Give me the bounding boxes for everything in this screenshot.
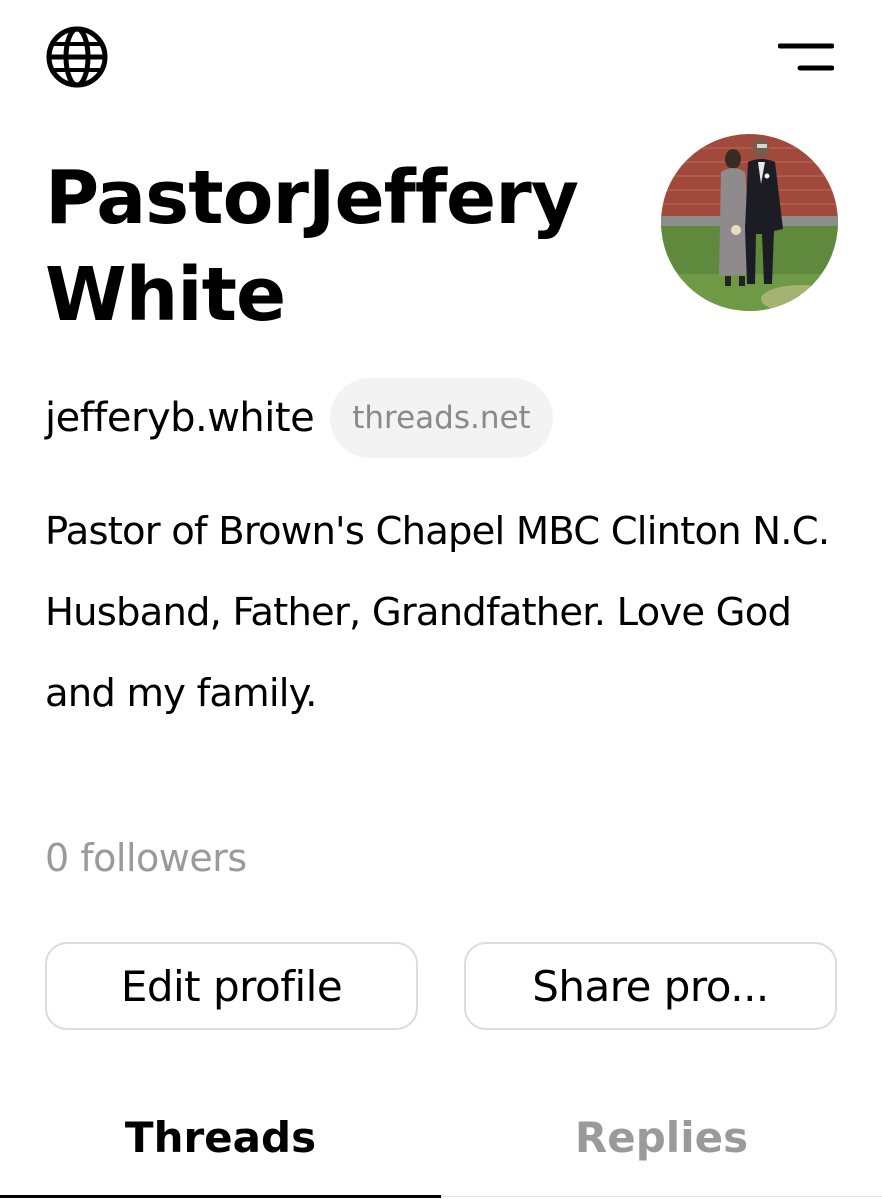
profile-bio: Pastor of Brown's Chapel MBC Clinton N.C… [45, 509, 830, 716]
globe-icon[interactable] [45, 25, 109, 89]
profile-name: PastorJeffery White [45, 155, 579, 338]
menu-icon[interactable] [778, 40, 834, 76]
handle-row: jefferyb.white threads.net [45, 378, 553, 458]
edit-profile-button[interactable]: Edit profile [45, 942, 418, 1030]
avatar[interactable] [661, 134, 838, 311]
tab-divider [441, 1196, 882, 1197]
tab-replies[interactable]: Replies [441, 1100, 882, 1200]
followers-count[interactable]: 0 followers [45, 830, 247, 886]
tab-threads[interactable]: Threads [0, 1100, 441, 1200]
profile-handle: jefferyb.white [45, 395, 315, 441]
active-tab-indicator [0, 1195, 441, 1198]
domain-badge[interactable]: threads.net [330, 378, 553, 458]
share-profile-button[interactable]: Share pro... [464, 942, 837, 1030]
